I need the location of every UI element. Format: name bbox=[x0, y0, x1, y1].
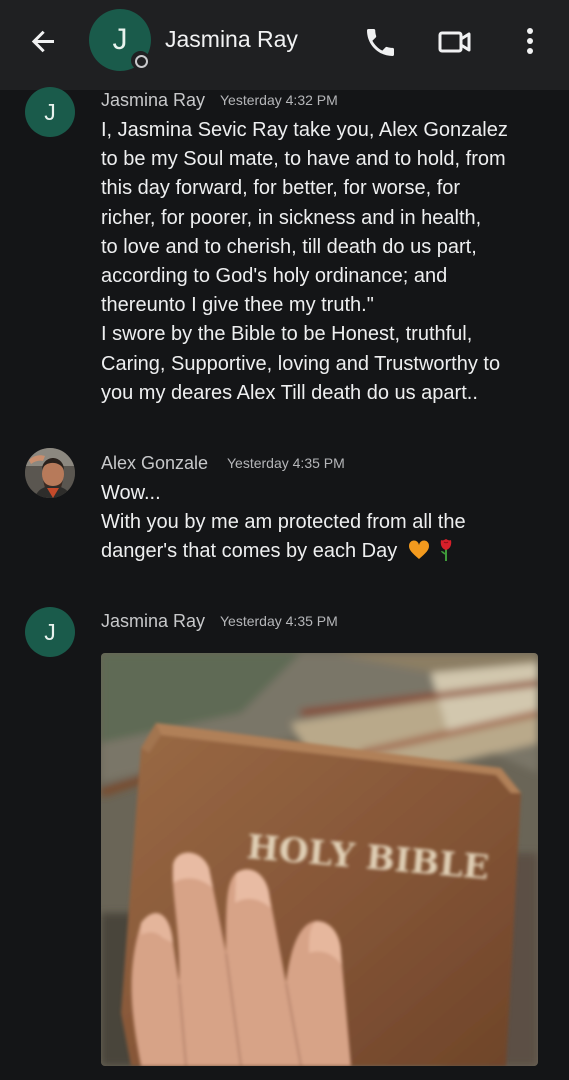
sender-name: Jasmina Ray bbox=[101, 90, 206, 110]
message-line: danger's that comes by each Day bbox=[101, 537, 551, 566]
sender-avatar[interactable]: J bbox=[25, 87, 75, 137]
message-line: I, Jasmina Sevic Ray take you, Alex Gonz… bbox=[101, 119, 508, 141]
message-line: to love and to cherish, till death do us… bbox=[101, 235, 477, 258]
more-vert-icon[interactable] bbox=[512, 22, 548, 62]
message-line: richer, for poorer, in sickness and in h… bbox=[101, 206, 482, 229]
message-line: thereunto I give thee my truth." bbox=[101, 294, 374, 317]
sender-avatar[interactable]: J bbox=[25, 607, 75, 657]
contact-name[interactable]: Jasmina Ray bbox=[165, 26, 298, 53]
message-text[interactable]: I, Jasmina Sevic Ray take you, Alex Gonz… bbox=[101, 116, 551, 408]
orange-heart-icon bbox=[408, 540, 429, 560]
sender-name: Alex Gonzale bbox=[101, 453, 209, 473]
chat-header: J Jasmina Ray bbox=[0, 0, 569, 90]
sender-name: Jasmina Ray bbox=[101, 611, 206, 631]
message-line: I swore by the Bible to be Honest, truth… bbox=[101, 323, 473, 346]
status-indicator-icon bbox=[131, 51, 150, 70]
message-text[interactable]: Wow... With you by me am protected from … bbox=[101, 479, 551, 567]
message-line-text: danger's that comes by each Day bbox=[101, 540, 398, 563]
video-call-icon[interactable] bbox=[435, 22, 475, 62]
message-line: you my deares Alex Till death do us apar… bbox=[101, 381, 478, 404]
rose-icon bbox=[441, 539, 452, 562]
message-line: this day forward, for better, for worse,… bbox=[101, 177, 461, 200]
shared-photo-holy-bible[interactable]: HOLY BIBLE bbox=[101, 653, 538, 1066]
message-line: according to God's holy ordinance; and bbox=[101, 264, 448, 287]
message-timestamp: Yesterday 4:35 PM bbox=[227, 455, 345, 471]
message-line: to be my Soul mate, to have and to hold,… bbox=[101, 148, 506, 171]
message-line: Caring, Supportive, loving and Trustwort… bbox=[101, 352, 501, 375]
message-line: Wow... bbox=[101, 482, 161, 504]
phone-icon[interactable] bbox=[360, 22, 400, 62]
sender-photo-avatar[interactable] bbox=[25, 448, 75, 498]
message-line: With you by me am protected from all the bbox=[101, 511, 466, 534]
message-timestamp: Yesterday 4:32 PM bbox=[220, 92, 338, 108]
back-arrow-icon[interactable] bbox=[24, 22, 64, 62]
message-timestamp: Yesterday 4:35 PM bbox=[220, 613, 338, 629]
